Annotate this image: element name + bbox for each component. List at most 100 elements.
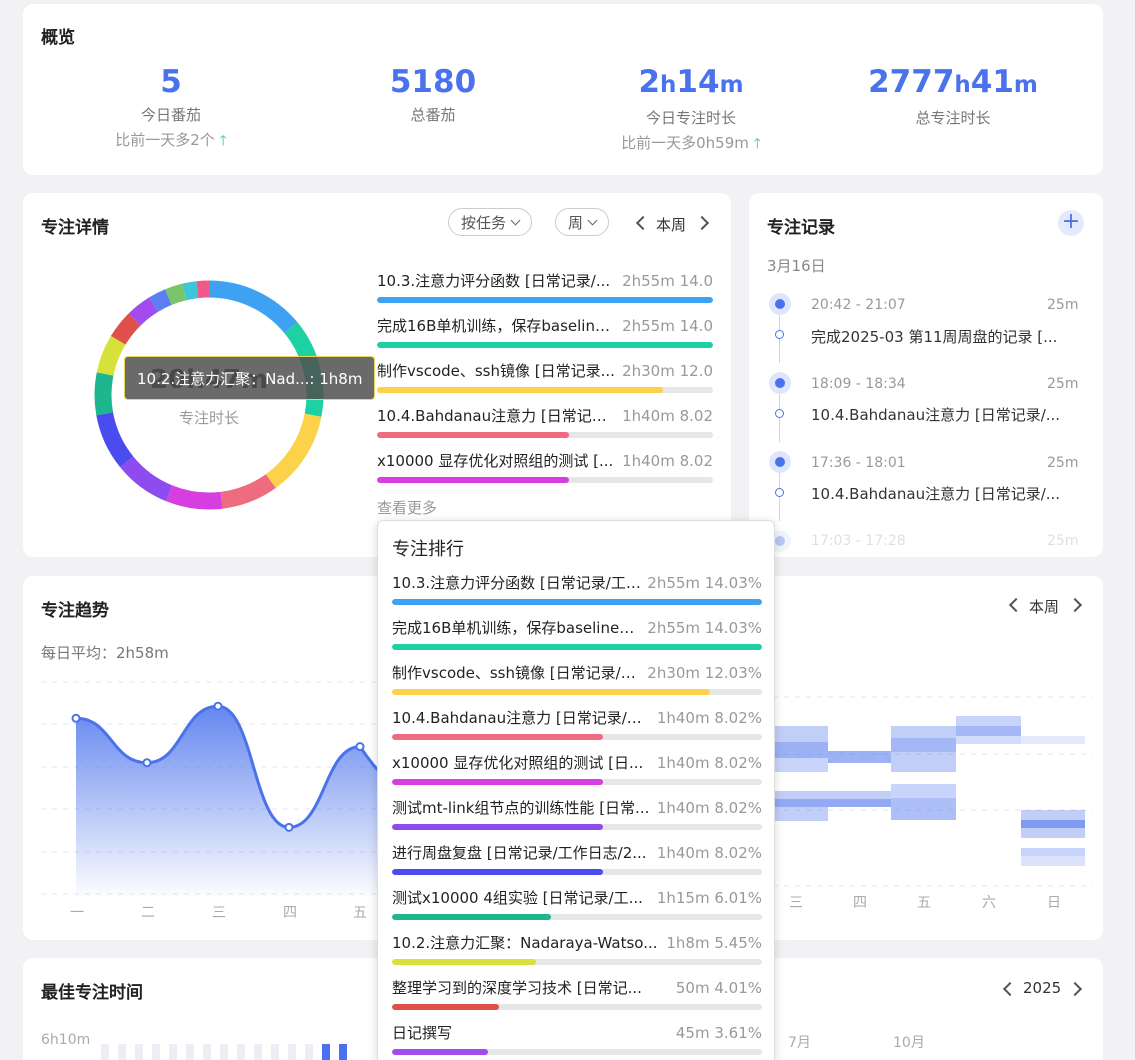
trend-point[interactable] <box>284 822 294 832</box>
task-item[interactable]: x10000 显存优化对照组的测试 [... 1h40m 8.02 <box>377 451 713 483</box>
trend-area <box>76 706 403 896</box>
ranking-item[interactable]: 10.2.注意力汇聚：Nadaraya-Watso... 1h8m 5.45% <box>392 933 762 965</box>
ranking-item-name: 10.4.Bahdanau注意力 [日常记录/工... <box>392 709 653 727</box>
focus-records-card: 专注记录 + 3月16日 20:42 - 21:07 25m 完成2025-03… <box>749 193 1103 557</box>
ranking-item-value: 1h40m 8.02% <box>656 844 762 862</box>
next-week-icon[interactable] <box>1067 597 1083 613</box>
ranking-bar-fill <box>392 959 537 965</box>
trend-point[interactable] <box>142 758 152 768</box>
arrow-up-icon: 🡑 <box>753 136 761 152</box>
stat-today-pomodoros: 5 今日番茄 比前一天多2个 🡑 <box>71 64 271 154</box>
heat-x-tick-label: 四 <box>853 895 867 911</box>
records-date: 3月16日 <box>767 257 826 275</box>
donut-segment[interactable] <box>149 289 172 312</box>
timeline-line <box>779 315 780 363</box>
donut-segment[interactable] <box>220 474 276 509</box>
donut-segment[interactable] <box>120 456 173 502</box>
record-time: 20:42 - 21:07 <box>811 297 906 313</box>
ranking-item-bar <box>392 1004 762 1010</box>
ranking-bar-fill <box>392 689 711 695</box>
ranking-item[interactable]: 测试mt-link组节点的训练性能 [日常... 1h40m 8.02% <box>392 798 762 830</box>
stat-value: 2777h41m <box>868 64 1038 100</box>
best-time-bars <box>101 1044 381 1060</box>
ranking-item-bar <box>392 779 762 785</box>
plus-icon: + <box>1061 209 1081 234</box>
ranking-item[interactable]: 进行周盘复盘 [日常记录/工作日志/2... 1h40m 8.02% <box>392 843 762 875</box>
trend-point[interactable] <box>355 742 365 752</box>
stat-value: 2h14m <box>638 64 744 100</box>
ranking-item[interactable]: 10.4.Bahdanau注意力 [日常记录/工... 1h40m 8.02% <box>392 708 762 740</box>
ranking-bar-fill <box>392 869 603 875</box>
heat-x-tick-label: 五 <box>917 895 931 911</box>
ranking-item-bar <box>392 599 762 605</box>
prev-week-icon[interactable] <box>1008 597 1024 613</box>
ranking-item[interactable]: 整理学习到的深度学习技术 [日常记... 50m 4.01% <box>392 978 762 1010</box>
time-distribution-chart <box>773 696 1093 887</box>
record-duration: 25m <box>1047 455 1079 471</box>
ranking-item[interactable]: 10.3.注意力评分函数 [日常记录/工作... 2h55m 14.03% <box>392 573 762 605</box>
ranking-item[interactable]: 日记撰写 45m 3.61% <box>392 1023 762 1055</box>
donut-segment[interactable] <box>96 335 126 376</box>
donut-tooltip: 10.2.注意力汇聚：Nad...: 1h8m <box>124 356 376 400</box>
period-dropdown[interactable]: 周 <box>555 208 610 236</box>
ranking-item-value: 2h30m 12.03% <box>647 664 762 682</box>
arrow-up-icon: 🡑 <box>219 133 227 149</box>
focus-records-title: 专注记录 <box>767 218 835 238</box>
task-item[interactable]: 制作vscode、ssh镜像 [日常记录... 2h30m 12.0 <box>377 361 713 393</box>
add-record-button[interactable]: + <box>1058 210 1084 236</box>
ranking-bar-fill <box>392 734 603 740</box>
task-item[interactable]: 10.3.注意力评分函数 [日常记录/... 2h55m 14.0 <box>377 271 713 303</box>
ranking-item-bar <box>392 959 762 965</box>
trend-point[interactable] <box>71 713 81 723</box>
tomato-icon <box>769 451 791 473</box>
ranking-item[interactable]: x10000 显存优化对照组的测试 [日... 1h40m 8.02% <box>392 753 762 785</box>
next-period-icon[interactable] <box>694 215 710 231</box>
month-label: 10月 <box>893 1035 925 1051</box>
timeline-node <box>775 488 784 497</box>
record-time: 17:03 - 17:28 <box>811 533 906 549</box>
donut-segment[interactable] <box>110 313 141 345</box>
ranking-item-bar <box>392 824 762 830</box>
donut-segment[interactable] <box>165 485 223 510</box>
best-time-bar <box>152 1044 160 1060</box>
record-title[interactable]: 10.4.Bahdanau注意力 [日常记录/... <box>811 404 1071 425</box>
focus-detail-title: 专注详情 <box>41 218 109 238</box>
best-time-bar <box>254 1044 262 1060</box>
best-time-bar <box>305 1044 313 1060</box>
donut-segment[interactable] <box>94 372 114 416</box>
prev-year-icon[interactable] <box>1002 981 1018 997</box>
records-overflow: 17:03 - 17:28 25m <box>749 531 1103 557</box>
ranking-item-bar <box>392 644 762 650</box>
next-year-icon[interactable] <box>1067 981 1083 997</box>
tomato-icon <box>769 293 791 315</box>
stat-label: 今日番茄 <box>140 106 201 124</box>
task-item[interactable]: 完成16B单机训练，保存baseline... 2h55m 14.0 <box>377 316 713 348</box>
see-more-link[interactable]: 查看更多 <box>377 497 437 518</box>
ranking-bar-fill <box>392 599 762 605</box>
ranking-item-value: 1h40m 8.02% <box>656 709 762 727</box>
best-time-bar <box>203 1044 211 1060</box>
y-axis-label: 6h10m <box>41 1032 91 1048</box>
trend-point[interactable] <box>213 701 223 711</box>
donut-segment[interactable] <box>96 411 134 468</box>
donut-segment[interactable] <box>165 283 187 305</box>
record-duration: 25m <box>1047 533 1079 549</box>
prev-period-icon[interactable] <box>635 215 651 231</box>
donut-segment[interactable] <box>208 280 298 334</box>
record-title[interactable]: 完成2025-03 第11周周盘的记录 [... <box>811 326 1071 347</box>
donut-segment[interactable] <box>182 281 199 301</box>
record-title[interactable]: 10.4.Bahdanau注意力 [日常记录/... <box>811 483 1071 504</box>
donut-segment[interactable] <box>128 297 159 326</box>
ranking-item[interactable]: 完成16B单机训练，保存baseline和... 2h55m 14.03% <box>392 618 762 650</box>
filter-by-task-dropdown[interactable]: 按任务 <box>448 208 533 236</box>
ranking-item-value: 2h55m 14.03% <box>647 574 762 592</box>
heat-x-tick-label: 三 <box>789 895 803 911</box>
best-focus-time-title: 最佳专注时间 <box>41 983 143 1003</box>
ranking-item-name: 制作vscode、ssh镜像 [日常记录/工... <box>392 664 644 682</box>
ranking-item[interactable]: 制作vscode、ssh镜像 [日常记录/工... 2h30m 12.03% <box>392 663 762 695</box>
ranking-item[interactable]: 测试x10000 4组实验 [日常记录/工... 1h15m 6.01% <box>392 888 762 920</box>
task-item[interactable]: 10.4.Bahdanau注意力 [日常记录... 1h40m 8.02 <box>377 406 713 438</box>
task-bar-fill <box>377 477 569 483</box>
donut-segment[interactable] <box>196 280 210 299</box>
chevron-down-icon <box>510 215 521 225</box>
